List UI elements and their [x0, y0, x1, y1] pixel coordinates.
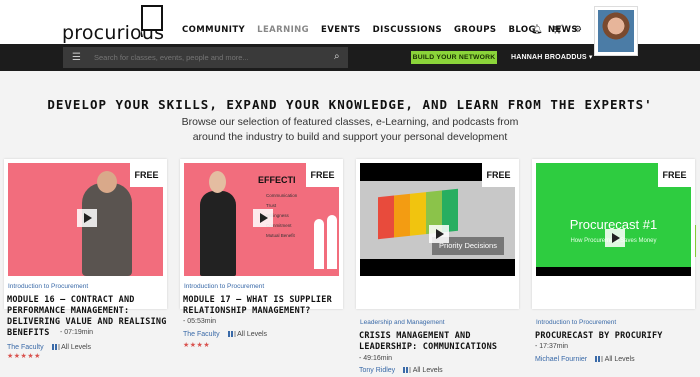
- presenter-head: [97, 171, 117, 193]
- bell-icon[interactable]: 🔔︎: [531, 24, 542, 35]
- card-author-line: The Faculty All Levels: [183, 331, 267, 338]
- free-badge: FREE: [658, 163, 691, 187]
- card-level: All Levels: [604, 356, 635, 363]
- card-title[interactable]: CRISIS MANAGEMENT AND LEADERSHIP: COMMUN…: [359, 331, 519, 353]
- level-bars-icon: [595, 356, 604, 363]
- user-avatar[interactable]: [594, 6, 638, 56]
- nav-community[interactable]: COMMUNITY: [182, 25, 245, 35]
- level-bars-icon: [51, 344, 60, 351]
- card-duration: - 07:19min: [60, 329, 94, 336]
- search-input[interactable]: [90, 47, 348, 68]
- card-category[interactable]: Introduction to Procurement: [536, 319, 616, 326]
- play-icon[interactable]: [253, 209, 273, 227]
- card-author[interactable]: Tony Ridley: [359, 367, 395, 374]
- card-rating: ★★★★: [183, 342, 211, 349]
- card-author-line: Tony Ridley All Levels: [359, 367, 443, 374]
- card-duration: - 17:37min: [535, 343, 569, 350]
- card-category[interactable]: Introduction to Procurement: [184, 283, 264, 290]
- header-icons: 🔔︎ 🛒︎ ⚙: [531, 24, 582, 35]
- card-rating: ★★★★★: [7, 353, 41, 360]
- free-badge: FREE: [482, 163, 515, 187]
- course-card[interactable]: EFFECTI Communication Trust Willingness …: [180, 159, 343, 309]
- nav-events[interactable]: EVENTS: [321, 25, 361, 35]
- cart-icon[interactable]: 🛒︎: [552, 24, 563, 35]
- card-category[interactable]: Introduction to Procurement: [8, 283, 88, 290]
- card-level: All Levels: [61, 344, 92, 351]
- card-author[interactable]: The Faculty: [7, 344, 44, 351]
- card-author-line: The Faculty All Levels: [7, 344, 91, 351]
- course-card[interactable]: Procurecast #1 How Procurement Saves Mon…: [532, 159, 695, 326]
- card-duration: - 05:53min: [183, 318, 217, 325]
- course-card[interactable]: Priority Decisions FREE Leadership and M…: [356, 159, 519, 326]
- presenter-figure: [200, 191, 236, 276]
- menu-icon[interactable]: ☰: [63, 47, 90, 68]
- card-level: All Levels: [237, 331, 268, 338]
- silhouette-figure: [314, 219, 324, 269]
- card-author[interactable]: The Faculty: [183, 331, 220, 338]
- silhouette-figure: [327, 215, 337, 269]
- page-headline: DEVELOP YOUR SKILLS, EXPAND YOUR KNOWLED…: [47, 97, 653, 112]
- slide-title: EFFECTI: [258, 175, 296, 185]
- course-thumbnail[interactable]: Priority Decisions FREE: [360, 163, 515, 276]
- nav-discussions[interactable]: DISCUSSIONS: [373, 25, 442, 35]
- gear-icon[interactable]: ⚙: [574, 24, 582, 35]
- course-card[interactable]: FREE Introduction to Procurement: [4, 159, 167, 309]
- main-nav: COMMUNITY LEARNING EVENTS DISCUSSIONS GR…: [182, 25, 578, 35]
- play-icon[interactable]: [77, 209, 97, 227]
- course-thumbnail[interactable]: FREE: [8, 163, 163, 276]
- page-subtitle: Browse our selection of featured classes…: [181, 116, 519, 143]
- top-header: procurious COMMUNITY LEARNING EVENTS DIS…: [0, 0, 700, 56]
- level-bars-icon: [403, 367, 412, 374]
- card-category[interactable]: Leadership and Management: [360, 319, 445, 326]
- free-badge: FREE: [306, 163, 339, 187]
- logo-speech-bubble-icon: [141, 5, 163, 37]
- build-network-button[interactable]: BUILD YOUR NETWORK: [411, 51, 497, 64]
- card-title[interactable]: PROCURECAST BY PROCURIFY: [535, 331, 695, 342]
- card-level: All Levels: [412, 367, 443, 374]
- free-badge: FREE: [130, 163, 163, 187]
- nav-groups[interactable]: GROUPS: [454, 25, 496, 35]
- presenter-figure: [82, 183, 132, 276]
- avatar-photo: [598, 10, 634, 52]
- card-author[interactable]: Michael Fournier: [535, 356, 587, 363]
- card-duration: - 49:16min: [359, 355, 393, 362]
- course-thumbnail[interactable]: Procurecast #1 How Procurement Saves Mon…: [536, 163, 691, 276]
- course-thumbnail[interactable]: EFFECTI Communication Trust Willingness …: [184, 163, 339, 276]
- user-menu[interactable]: HANNAH BROADDUS ▾: [511, 53, 593, 61]
- play-icon[interactable]: [605, 229, 625, 247]
- play-icon[interactable]: [429, 225, 449, 243]
- level-bars-icon: [227, 331, 236, 338]
- card-title[interactable]: MODULE 17 – WHAT IS SUPPLIER RELATIONSHI…: [183, 295, 343, 317]
- search-icon[interactable]: ⌕: [334, 51, 340, 62]
- presenter-head: [209, 171, 226, 193]
- nav-learning[interactable]: LEARNING: [257, 25, 309, 35]
- card-author-line: Michael Fournier All Levels: [535, 356, 635, 363]
